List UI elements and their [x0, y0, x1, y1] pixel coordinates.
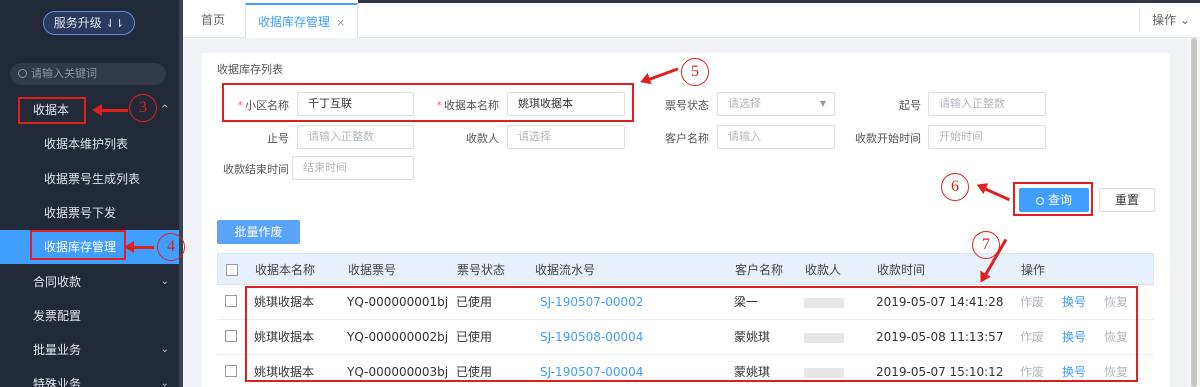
end-no-field[interactable]: 请输入正整数	[297, 125, 414, 149]
ticket-status-placeholder: 请选择	[728, 97, 761, 110]
col-time: 收款时间	[877, 263, 926, 277]
sidebar-item-contract-payment[interactable]: 合同收款 ⌄	[0, 265, 183, 299]
annotation-3: 3	[129, 94, 157, 122]
annotation-arrow-3	[92, 104, 128, 116]
customer-field[interactable]: 请输入	[717, 125, 835, 149]
chevron-down-icon: ⌄	[160, 378, 169, 387]
start-time-label: 收款开始时间	[855, 132, 921, 145]
annotation-box-3	[18, 97, 86, 124]
payee-label: 收款人	[466, 132, 499, 145]
panel-title: 收据库存列表	[217, 63, 283, 76]
col-customer: 客户名称	[735, 263, 784, 277]
select-all-checkbox[interactable]	[226, 264, 238, 276]
col-ticket-no: 收据票号	[348, 263, 397, 277]
search-placeholder: 请输入关键词	[31, 67, 97, 80]
sidebar-item-ticket-generation[interactable]: 收据票号生成列表	[0, 162, 183, 196]
sidebar-item-label: 收据本维护列表	[44, 137, 129, 151]
upgrade-label: 服务升级	[53, 16, 102, 30]
row-checkbox[interactable]	[225, 295, 237, 307]
upgrade-icon: ⇃⇂	[105, 17, 125, 30]
ticket-status-label: 票号状态	[665, 99, 709, 112]
batch-void-button[interactable]: 批量作废	[217, 220, 300, 244]
sidebar-item-label: 收据票号下发	[44, 206, 117, 220]
end-time-field[interactable]: 结束时间	[292, 156, 414, 180]
col-ops: 操作	[1021, 263, 1046, 277]
sidebar-item-batch-business[interactable]: 批量业务 ⌄	[0, 333, 183, 367]
start-no-field[interactable]: 请输入正整数	[928, 92, 1046, 116]
start-no-label: 起号	[899, 99, 921, 112]
annotation-6: 6	[941, 173, 969, 201]
search-icon	[18, 69, 27, 78]
payee-select[interactable]: 请选择	[507, 125, 625, 149]
chevron-down-icon: ⌄	[160, 276, 169, 287]
annotation-5: 5	[681, 58, 709, 86]
close-icon[interactable]: ×	[336, 16, 345, 29]
tab-bar: 首页 收据库存管理 × 操作 ⌄	[183, 0, 1200, 38]
chevron-down-icon: ⌄	[160, 344, 169, 355]
annotation-box-4	[30, 230, 126, 260]
customer-label: 客户名称	[665, 132, 709, 145]
annotation-arrow-4	[124, 241, 154, 253]
col-ticket-status: 票号状态	[457, 263, 506, 277]
tab-receipt-inventory[interactable]: 收据库存管理 ×	[245, 3, 359, 38]
tab-home[interactable]: 首页	[201, 8, 225, 32]
row-checkbox[interactable]	[225, 365, 237, 377]
col-payee: 收款人	[805, 263, 842, 277]
end-no-label: 止号	[267, 132, 289, 145]
sidebar-search-input[interactable]: 请输入关键词	[10, 63, 166, 85]
chevron-up-icon: ^	[160, 104, 169, 115]
scrollbar-thumb[interactable]	[1191, 38, 1197, 387]
page-scrollbar[interactable]	[1188, 38, 1200, 387]
sidebar-item-special-business[interactable]: 特殊业务 ⌄	[0, 367, 183, 387]
sidebar-item-ticket-dispatch[interactable]: 收据票号下发	[0, 196, 183, 230]
end-time-label: 收款结束时间	[223, 163, 289, 176]
table-header: 收据本名称 收据票号 票号状态 收据流水号 客户名称 收款人 收款时间 操作	[217, 253, 1154, 285]
row-checkbox[interactable]	[225, 330, 237, 342]
sidebar-item-label: 特殊业务	[33, 377, 82, 387]
annotation-4: 4	[157, 233, 185, 261]
ticket-status-select[interactable]: 请选择 ▼	[717, 92, 835, 116]
upgrade-button[interactable]: 服务升级 ⇃⇂	[43, 11, 135, 35]
annotation-box-7	[245, 286, 1138, 382]
sidebar-item-label: 收据票号生成列表	[44, 172, 141, 186]
start-time-field[interactable]: 开始时间	[928, 125, 1046, 149]
annotation-box-5	[222, 83, 634, 122]
top-strip	[358, 0, 1200, 3]
sidebar: 服务升级 ⇃⇂ 请输入关键词 收据本 ^ 收据本维护列表 收据票号生成列表 收据票…	[0, 0, 183, 387]
sidebar-scrollbar[interactable]	[179, 0, 183, 387]
col-receipt-book: 收据本名称	[255, 263, 316, 277]
sidebar-item-label: 合同收款	[33, 275, 82, 289]
sidebar-item-receipt-book-maintenance[interactable]: 收据本维护列表	[0, 127, 183, 161]
sidebar-item-label: 批量业务	[33, 343, 82, 357]
col-serial-no: 收据流水号	[535, 263, 596, 277]
annotation-box-6	[1013, 182, 1093, 216]
tab-label: 收据库存管理	[258, 15, 331, 29]
reset-button[interactable]: 重置	[1099, 188, 1155, 212]
sidebar-item-label: 发票配置	[33, 309, 82, 323]
sidebar-item-invoice-config[interactable]: 发票配置	[0, 299, 183, 333]
chevron-down-icon: ▼	[819, 99, 826, 108]
operations-menu[interactable]: 操作 ⌄	[1139, 8, 1190, 32]
